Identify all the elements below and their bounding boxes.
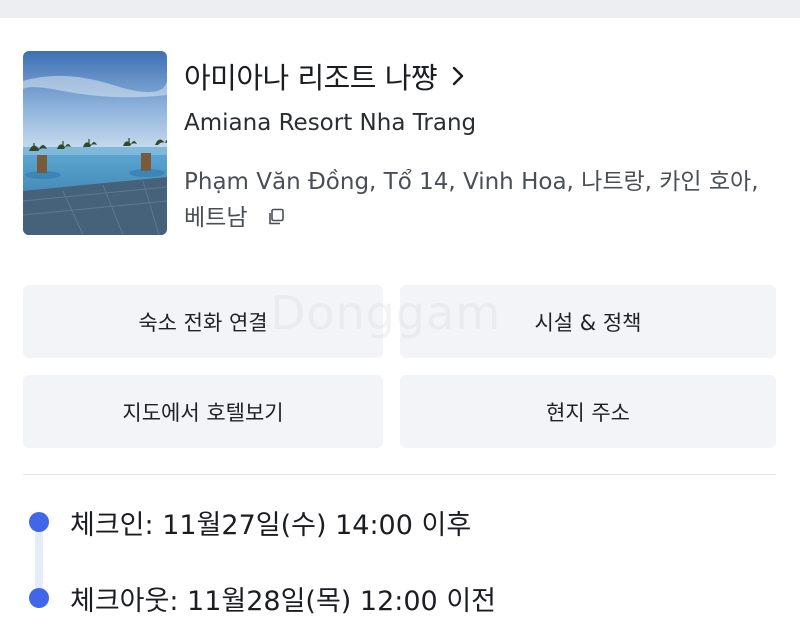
section-divider (23, 474, 776, 475)
top-band (0, 0, 800, 18)
hotel-name-english: Amiana Resort Nha Trang (184, 110, 477, 136)
checkin-dot (29, 512, 49, 532)
checkout-dot (29, 588, 49, 608)
chevron-right-icon[interactable] (451, 65, 465, 87)
hotel-name-korean[interactable]: 아미아나 리조트 나쨩 (184, 55, 438, 97)
hotel-address: Phạm Văn Đồng, Tổ 14, Vinh Hoa, 나트랑, 카인 … (184, 164, 774, 237)
checkin-text: 체크인: 11월27일(수) 14:00 이후 (70, 510, 472, 541)
hotel-title-row[interactable]: 아미아나 리조트 나쨩 (184, 56, 465, 96)
checkout-text: 체크아웃: 11월28일(목) 12:00 이전 (70, 586, 496, 617)
hotel-thumbnail[interactable] (23, 51, 167, 235)
call-property-button[interactable]: 숙소 전화 연결 (23, 285, 383, 358)
copy-icon[interactable] (267, 201, 285, 237)
local-address-button[interactable]: 현지 주소 (400, 375, 776, 448)
hotel-info-card: 아미아나 리조트 나쨩 Amiana Resort Nha Trang Phạm… (0, 18, 800, 624)
facilities-policy-button[interactable]: 시설 & 정책 (400, 285, 776, 358)
view-on-map-button[interactable]: 지도에서 호텔보기 (23, 375, 383, 448)
